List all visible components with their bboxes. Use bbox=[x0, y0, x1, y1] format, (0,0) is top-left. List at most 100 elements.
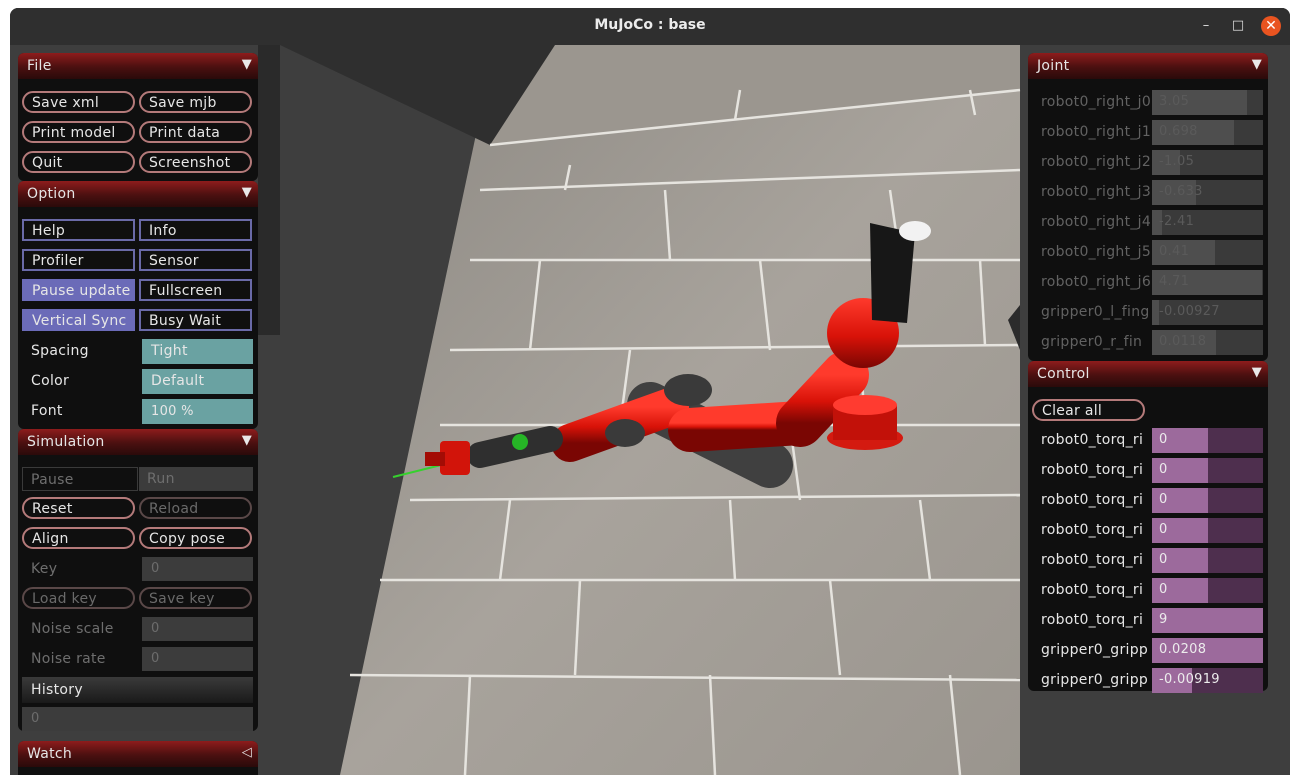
option-panel: Option ▼ Help Info Profiler Sensor Pause… bbox=[18, 181, 258, 429]
pause-update-toggle[interactable]: Pause update bbox=[22, 279, 135, 301]
collapse-arrow-icon[interactable]: ▼ bbox=[1252, 57, 1262, 72]
color-select[interactable]: Default bbox=[142, 369, 253, 394]
joint-row-slider[interactable]: 0.0118 bbox=[1152, 330, 1263, 355]
print-data-button[interactable]: Print data bbox=[139, 121, 252, 143]
font-select[interactable]: 100 % bbox=[142, 399, 253, 424]
quit-button[interactable]: Quit bbox=[22, 151, 135, 173]
control-row-label: robot0_torq_ri bbox=[1041, 612, 1144, 628]
control-row-value: 9 bbox=[1159, 612, 1168, 627]
arm-elbow-dark bbox=[664, 374, 712, 406]
joint-row-value: -2.41 bbox=[1159, 214, 1195, 229]
reload-button[interactable]: Reload bbox=[139, 497, 252, 519]
joint-panel: Joint ▼ robot0_right_j0 3.05 robot0_right_… bbox=[1028, 53, 1268, 361]
joint-row-slider[interactable]: 4.71 bbox=[1152, 270, 1263, 295]
file-title: File bbox=[27, 58, 52, 74]
noise-scale-field[interactable]: 0 bbox=[142, 617, 253, 641]
joint-row-label: robot0_right_j2 bbox=[1041, 154, 1152, 170]
title-bar[interactable]: MuJoCo : base – □ ✕ bbox=[10, 8, 1290, 45]
joint-row-slider[interactable]: -1.05 bbox=[1152, 150, 1263, 175]
joint-row-slider[interactable]: -0.00927 bbox=[1152, 300, 1263, 325]
noise-scale-label: Noise scale bbox=[31, 621, 114, 637]
joint-row-label: gripper0_l_fing bbox=[1041, 304, 1150, 320]
spacing-label: Spacing bbox=[31, 343, 89, 359]
gripper-fingers bbox=[425, 452, 445, 466]
print-model-button[interactable]: Print model bbox=[22, 121, 135, 143]
3d-viewport[interactable]: File ▼ Save xml Save mjb Print model Pri… bbox=[10, 45, 1290, 775]
control-row-label: robot0_torq_ri bbox=[1041, 582, 1144, 598]
control-row-slider[interactable]: 0 bbox=[1152, 458, 1263, 483]
clear-all-button[interactable]: Clear all bbox=[1032, 399, 1145, 421]
control-row-value: 0 bbox=[1159, 552, 1168, 567]
history-slider[interactable]: 0 bbox=[22, 707, 253, 731]
watch-panel: Watch ◁ bbox=[18, 741, 258, 775]
spacing-select[interactable]: Tight bbox=[142, 339, 253, 364]
control-row-slider[interactable]: -0.00919 bbox=[1152, 668, 1263, 693]
control-row-slider[interactable]: 0 bbox=[1152, 518, 1263, 543]
help-toggle[interactable]: Help bbox=[22, 219, 135, 241]
collapse-arrow-icon[interactable]: ▼ bbox=[242, 57, 252, 72]
noise-rate-field[interactable]: 0 bbox=[142, 647, 253, 671]
collapse-arrow-icon[interactable]: ▼ bbox=[1252, 365, 1262, 380]
joint-row-slider[interactable]: 0.698 bbox=[1152, 120, 1263, 145]
option-header[interactable]: Option ▼ bbox=[18, 181, 258, 207]
busy-wait-toggle[interactable]: Busy Wait bbox=[139, 309, 252, 331]
collapse-arrow-icon[interactable]: ▼ bbox=[242, 433, 252, 448]
sensor-toggle[interactable]: Sensor bbox=[139, 249, 252, 271]
key-label: Key bbox=[31, 561, 58, 577]
joint-row-value: 0.698 bbox=[1159, 124, 1198, 139]
control-row-label: robot0_torq_ri bbox=[1041, 522, 1144, 538]
key-slider[interactable]: 0 bbox=[142, 557, 253, 581]
control-title: Control bbox=[1037, 366, 1090, 382]
joint-row-slider[interactable]: 0.41 bbox=[1152, 240, 1263, 265]
collapse-arrow-icon[interactable]: ▼ bbox=[242, 185, 252, 200]
joint-row-value: 3.05 bbox=[1159, 94, 1190, 109]
joint-header[interactable]: Joint ▼ bbox=[1028, 53, 1268, 79]
pause-radio[interactable]: Pause bbox=[22, 467, 138, 491]
control-panel: Control ▼ Clear all robot0_torq_ri 0 robot… bbox=[1028, 361, 1268, 693]
watch-header[interactable]: Watch ◁ bbox=[18, 741, 258, 767]
expand-arrow-icon[interactable]: ◁ bbox=[242, 745, 252, 760]
control-row-slider[interactable]: 0 bbox=[1152, 488, 1263, 513]
minimize-button[interactable]: – bbox=[1196, 16, 1216, 36]
align-button[interactable]: Align bbox=[22, 527, 135, 549]
control-row-label: robot0_torq_ri bbox=[1041, 492, 1144, 508]
vertical-sync-toggle[interactable]: Vertical Sync bbox=[22, 309, 135, 331]
option-title: Option bbox=[27, 186, 76, 202]
profiler-toggle[interactable]: Profiler bbox=[22, 249, 135, 271]
control-row-slider[interactable]: 0 bbox=[1152, 548, 1263, 573]
control-row-slider[interactable]: 9 bbox=[1152, 608, 1263, 633]
control-header[interactable]: Control ▼ bbox=[1028, 361, 1268, 387]
control-row-slider[interactable]: 0 bbox=[1152, 428, 1263, 453]
save-xml-button[interactable]: Save xml bbox=[22, 91, 135, 113]
file-header[interactable]: File ▼ bbox=[18, 53, 258, 79]
control-row-slider[interactable]: 0 bbox=[1152, 578, 1263, 603]
joint-row-value: -1.05 bbox=[1159, 154, 1195, 169]
load-key-button[interactable]: Load key bbox=[22, 587, 135, 609]
joint-title: Joint bbox=[1037, 58, 1070, 74]
control-row-value: 0 bbox=[1159, 462, 1168, 477]
info-toggle[interactable]: Info bbox=[139, 219, 252, 241]
copy-pose-button[interactable]: Copy pose bbox=[139, 527, 252, 549]
screenshot-button[interactable]: Screenshot bbox=[139, 151, 252, 173]
display-cap bbox=[899, 221, 931, 241]
joint-row-slider[interactable]: -0.633 bbox=[1152, 180, 1263, 205]
base-top bbox=[833, 395, 897, 415]
joint-row-label: robot0_right_j5 bbox=[1041, 244, 1152, 260]
save-mjb-button[interactable]: Save mjb bbox=[139, 91, 252, 113]
save-key-button[interactable]: Save key bbox=[139, 587, 252, 609]
control-row-slider[interactable]: 0.0208 bbox=[1152, 638, 1263, 663]
run-radio[interactable]: Run bbox=[139, 467, 253, 491]
joint-row-slider[interactable]: -2.41 bbox=[1152, 210, 1263, 235]
joint-row-value: 0.41 bbox=[1159, 244, 1190, 259]
close-button[interactable]: ✕ bbox=[1261, 16, 1281, 36]
file-panel: File ▼ Save xml Save mjb Print model Pri… bbox=[18, 53, 258, 181]
joint-row-label: gripper0_r_fin bbox=[1041, 334, 1143, 350]
control-row-value: 0 bbox=[1159, 522, 1168, 537]
joint-row-slider[interactable]: 3.05 bbox=[1152, 90, 1263, 115]
simulation-header[interactable]: Simulation ▼ bbox=[18, 429, 258, 455]
arm-wrist-joint bbox=[605, 419, 645, 447]
maximize-button[interactable]: □ bbox=[1228, 16, 1248, 36]
mujoco-window: MuJoCo : base – □ ✕ File ▼ Save xml Save… bbox=[10, 8, 1290, 775]
reset-button[interactable]: Reset bbox=[22, 497, 135, 519]
fullscreen-toggle[interactable]: Fullscreen bbox=[139, 279, 252, 301]
